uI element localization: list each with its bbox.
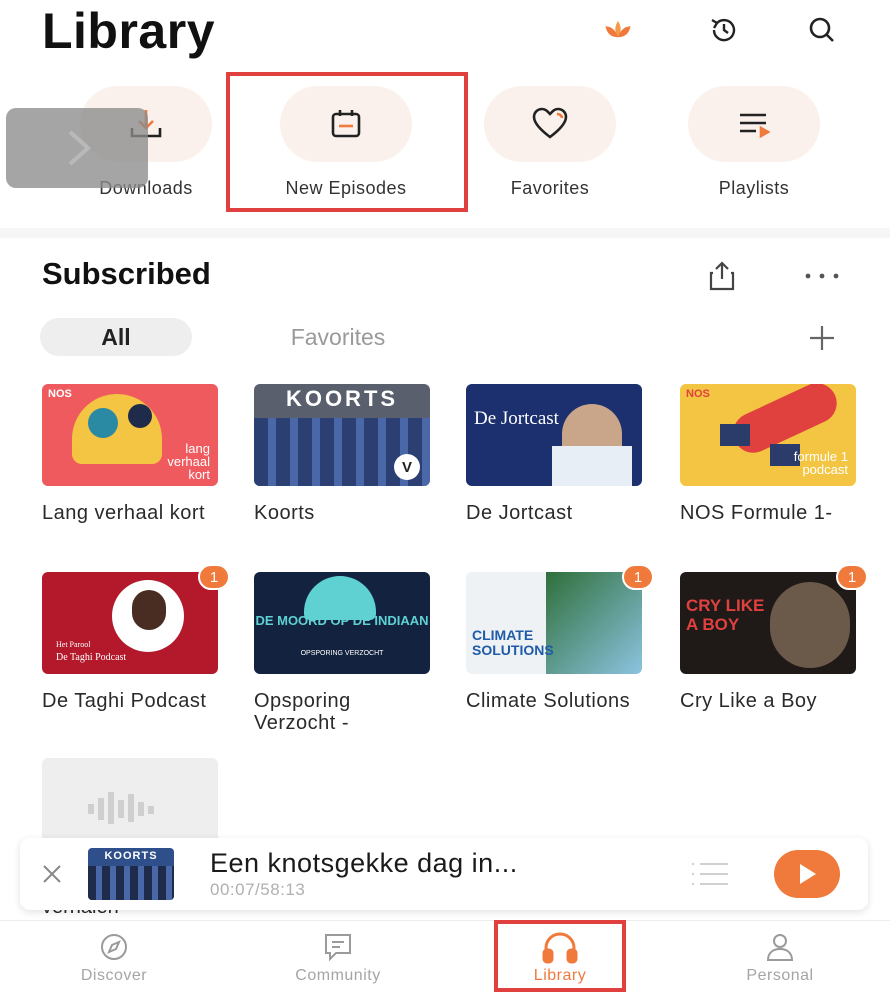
- podcast-title: Climate Solutions: [466, 690, 631, 712]
- close-icon[interactable]: [38, 860, 66, 888]
- heart-icon: [532, 107, 568, 139]
- nav-label: Library: [533, 967, 587, 984]
- podcast-cover: CLIMATE SOLUTIONS: [466, 572, 642, 674]
- tab-favorites[interactable]: Favorites: [258, 318, 418, 356]
- new-episode-badge: 1: [198, 564, 230, 590]
- cover-title: lang verhaal kort: [167, 441, 210, 482]
- play-button[interactable]: [774, 850, 840, 898]
- podcast-cover: DE MOORD OP DE INDIAAN OPSPORING VERZOCH…: [254, 572, 430, 674]
- waveform-icon: [88, 792, 154, 824]
- podcast-cover: De Jortcast: [466, 384, 642, 486]
- podcast-cover: [42, 758, 218, 844]
- podcast-cover: CRY LIKE A BOY: [680, 572, 856, 674]
- podcast-tile[interactable]: Het Parool De Taghi Podcast 1 De Taghi P…: [42, 564, 230, 712]
- new-episode-badge: 1: [622, 564, 654, 590]
- cover-title: formule 1 podcast: [793, 449, 848, 477]
- podcast-title: Koorts: [254, 502, 315, 524]
- new-episodes-label: New Episodes: [285, 178, 407, 198]
- queue-icon[interactable]: [688, 858, 732, 890]
- podcast-title: De Taghi Podcast: [42, 690, 207, 712]
- podcast-tile[interactable]: De Jortcast De Jortcast: [466, 384, 644, 524]
- cover-small-text: Het Parool: [56, 640, 91, 649]
- add-button[interactable]: [802, 318, 842, 358]
- share-icon[interactable]: [702, 256, 742, 296]
- now-playing-artwork: KOORTS: [88, 848, 174, 900]
- headphones-icon: [540, 929, 580, 965]
- podcast-title: NOS Formule 1-: [680, 502, 833, 524]
- playlists-label: Playlists: [718, 178, 790, 198]
- cover-title: DE MOORD OP DE INDIAAN: [255, 613, 429, 628]
- more-icon[interactable]: [802, 256, 842, 296]
- favorites-chip: [484, 86, 616, 162]
- playlists-button[interactable]: Playlists: [664, 80, 844, 210]
- cover-title: De Taghi Podcast: [56, 652, 127, 663]
- podcast-cover: NOS lang verhaal kort: [42, 384, 218, 486]
- mini-player[interactable]: KOORTS Een knotsgekke dag in... 00:07/58…: [20, 838, 868, 910]
- header: Library: [0, 0, 890, 70]
- chat-icon: [318, 929, 358, 965]
- cover-logo: V: [394, 454, 420, 480]
- nav-label: Discover: [80, 967, 148, 984]
- floating-arrow-button[interactable]: [6, 108, 148, 188]
- now-playing-time: 00:07/58:13: [210, 880, 306, 899]
- podcast-tile[interactable]: [42, 758, 220, 844]
- cover-title: CRY LIKE A BOY: [686, 596, 765, 634]
- nav-community[interactable]: Community: [238, 921, 438, 992]
- new-episodes-chip: [280, 86, 412, 162]
- nav-label: Personal: [746, 967, 814, 984]
- podcast-title: Opsporing Verzocht -: [254, 690, 351, 734]
- favorites-label: Favorites: [510, 178, 590, 198]
- tab-all[interactable]: All: [40, 318, 192, 356]
- playlist-icon: [740, 113, 771, 139]
- podcast-tile[interactable]: NOS formule 1 podcast NOS Formule 1-: [680, 384, 858, 524]
- podcast-title: Lang verhaal kort: [42, 502, 206, 524]
- compass-icon: [94, 929, 134, 965]
- nav-personal[interactable]: Personal: [680, 921, 880, 992]
- lotus-icon[interactable]: [600, 12, 636, 48]
- nav-label: Community: [295, 967, 381, 984]
- new-episode-badge: 1: [836, 564, 868, 590]
- podcast-tile[interactable]: KOORTS V Koorts: [254, 384, 432, 524]
- podcast-cover: Het Parool De Taghi Podcast: [42, 572, 218, 674]
- cover-title: KOORTS: [285, 386, 399, 411]
- cover-small-text: OPSPORING VERZOCHT: [300, 650, 384, 657]
- playlists-chip: [688, 86, 820, 162]
- history-icon[interactable]: [706, 12, 742, 48]
- play-icon: [800, 864, 816, 884]
- section-divider: [0, 228, 890, 238]
- cover-title: De Jortcast: [474, 408, 559, 429]
- subscribed-title: Subscribed: [42, 256, 211, 291]
- cover-tag: NOS: [686, 388, 710, 400]
- podcast-tile[interactable]: CLIMATE SOLUTIONS 1 Climate Solutions: [466, 564, 654, 712]
- cover-tag: NOS: [48, 388, 72, 400]
- cover-title: CLIMATE SOLUTIONS: [472, 627, 554, 658]
- podcast-tile[interactable]: CRY LIKE A BOY 1 Cry Like a Boy: [680, 564, 868, 712]
- search-icon[interactable]: [804, 12, 840, 48]
- now-playing-title: Een knotsgekke dag in...: [210, 848, 518, 878]
- nav-library[interactable]: Library: [460, 921, 660, 992]
- chevron-right-icon: [68, 130, 92, 166]
- thumb-title: KOORTS: [104, 850, 158, 862]
- podcast-cover: NOS formule 1 podcast: [680, 384, 856, 486]
- nav-discover[interactable]: Discover: [14, 921, 214, 992]
- page-title: Library: [42, 3, 216, 59]
- podcast-title: Cry Like a Boy: [680, 690, 818, 712]
- person-icon: [760, 929, 800, 965]
- favorites-button[interactable]: Favorites: [460, 80, 640, 210]
- podcast-tile[interactable]: NOS lang verhaal kort Lang verhaal kort: [42, 384, 220, 524]
- podcast-tile[interactable]: DE MOORD OP DE INDIAAN OPSPORING VERZOCH…: [254, 572, 432, 734]
- new-episodes-button[interactable]: New Episodes: [256, 80, 436, 210]
- bottom-nav: Discover Community Library Personal: [0, 920, 890, 992]
- podcast-title: De Jortcast: [466, 502, 573, 524]
- podcast-cover: KOORTS V: [254, 384, 430, 486]
- calendar-icon: [331, 110, 361, 138]
